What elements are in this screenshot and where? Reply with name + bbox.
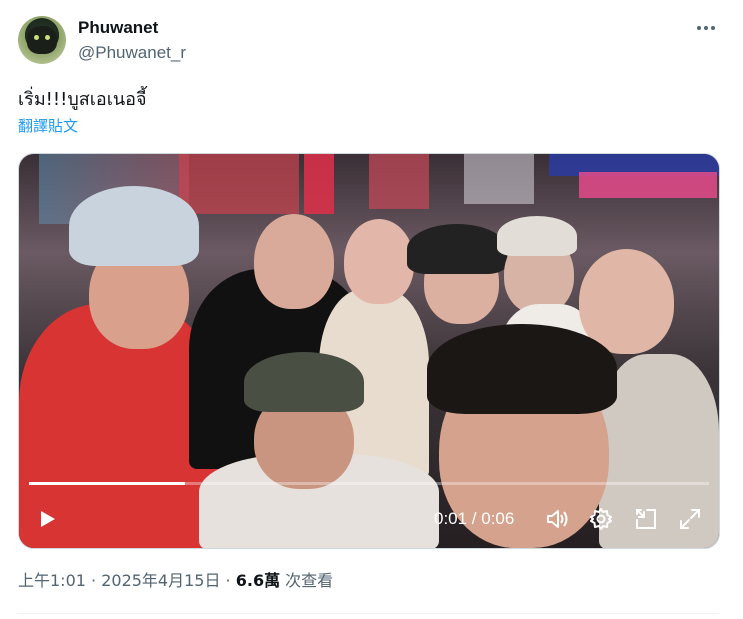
fullscreen-button[interactable] — [677, 506, 703, 532]
background-sign — [579, 172, 717, 198]
tweet-card: Phuwanet @Phuwanet_r เริ่ม!!!บูสเอเนอจี้… — [0, 0, 743, 619]
background-sign — [464, 154, 534, 204]
settings-icon — [590, 508, 612, 530]
background-sign — [369, 154, 429, 209]
play-icon — [41, 511, 55, 527]
person-cap — [244, 352, 364, 412]
volume-button[interactable] — [544, 506, 570, 532]
person-face — [344, 219, 414, 304]
avatar[interactable] — [18, 16, 66, 64]
tweet-date[interactable]: 2025年4月15日 — [101, 571, 220, 590]
person-face — [254, 214, 334, 309]
tweet-meta: 上午1:01 · 2025年4月15日 · 6.6萬 次查看 — [18, 570, 333, 592]
pip-icon — [636, 509, 656, 529]
more-horizontal-icon — [697, 26, 715, 30]
video-time: 0:01 / 0:06 — [434, 509, 515, 528]
avatar-eye-right — [45, 35, 50, 40]
background-sign — [304, 154, 334, 214]
volume-icon — [547, 510, 568, 528]
view-count-label: 次查看 — [280, 571, 334, 590]
video-progress-bar[interactable] — [29, 482, 709, 485]
fullscreen-icon — [680, 509, 700, 529]
divider — [18, 613, 718, 614]
tweet-time[interactable]: 上午1:01 — [18, 571, 86, 590]
view-count: 6.6萬 — [235, 571, 281, 590]
video-progress-fill — [29, 482, 186, 485]
avatar-eye-left — [34, 35, 39, 40]
video-player[interactable]: 0:01 / 0:06 — [18, 153, 720, 549]
author-handle[interactable]: @Phuwanet_r — [78, 42, 186, 64]
person-cap — [69, 186, 199, 266]
meta-separator: · — [85, 571, 102, 590]
tweet-text: เริ่ม!!!บูสเอเนอจี้ — [18, 89, 147, 110]
background-sign — [179, 154, 299, 214]
settings-button[interactable] — [588, 506, 614, 532]
video-frame — [19, 154, 719, 548]
person-cap — [407, 224, 507, 274]
meta-separator: · — [220, 571, 236, 590]
picture-in-picture-button[interactable] — [633, 506, 659, 532]
translate-post-link[interactable]: 翻譯貼文 — [18, 117, 78, 137]
play-button[interactable] — [36, 508, 58, 530]
author-name[interactable]: Phuwanet — [78, 17, 158, 39]
avatar-image — [27, 26, 57, 54]
person-hair — [427, 324, 617, 414]
person-cap — [497, 216, 577, 256]
more-options-button[interactable] — [694, 18, 718, 38]
